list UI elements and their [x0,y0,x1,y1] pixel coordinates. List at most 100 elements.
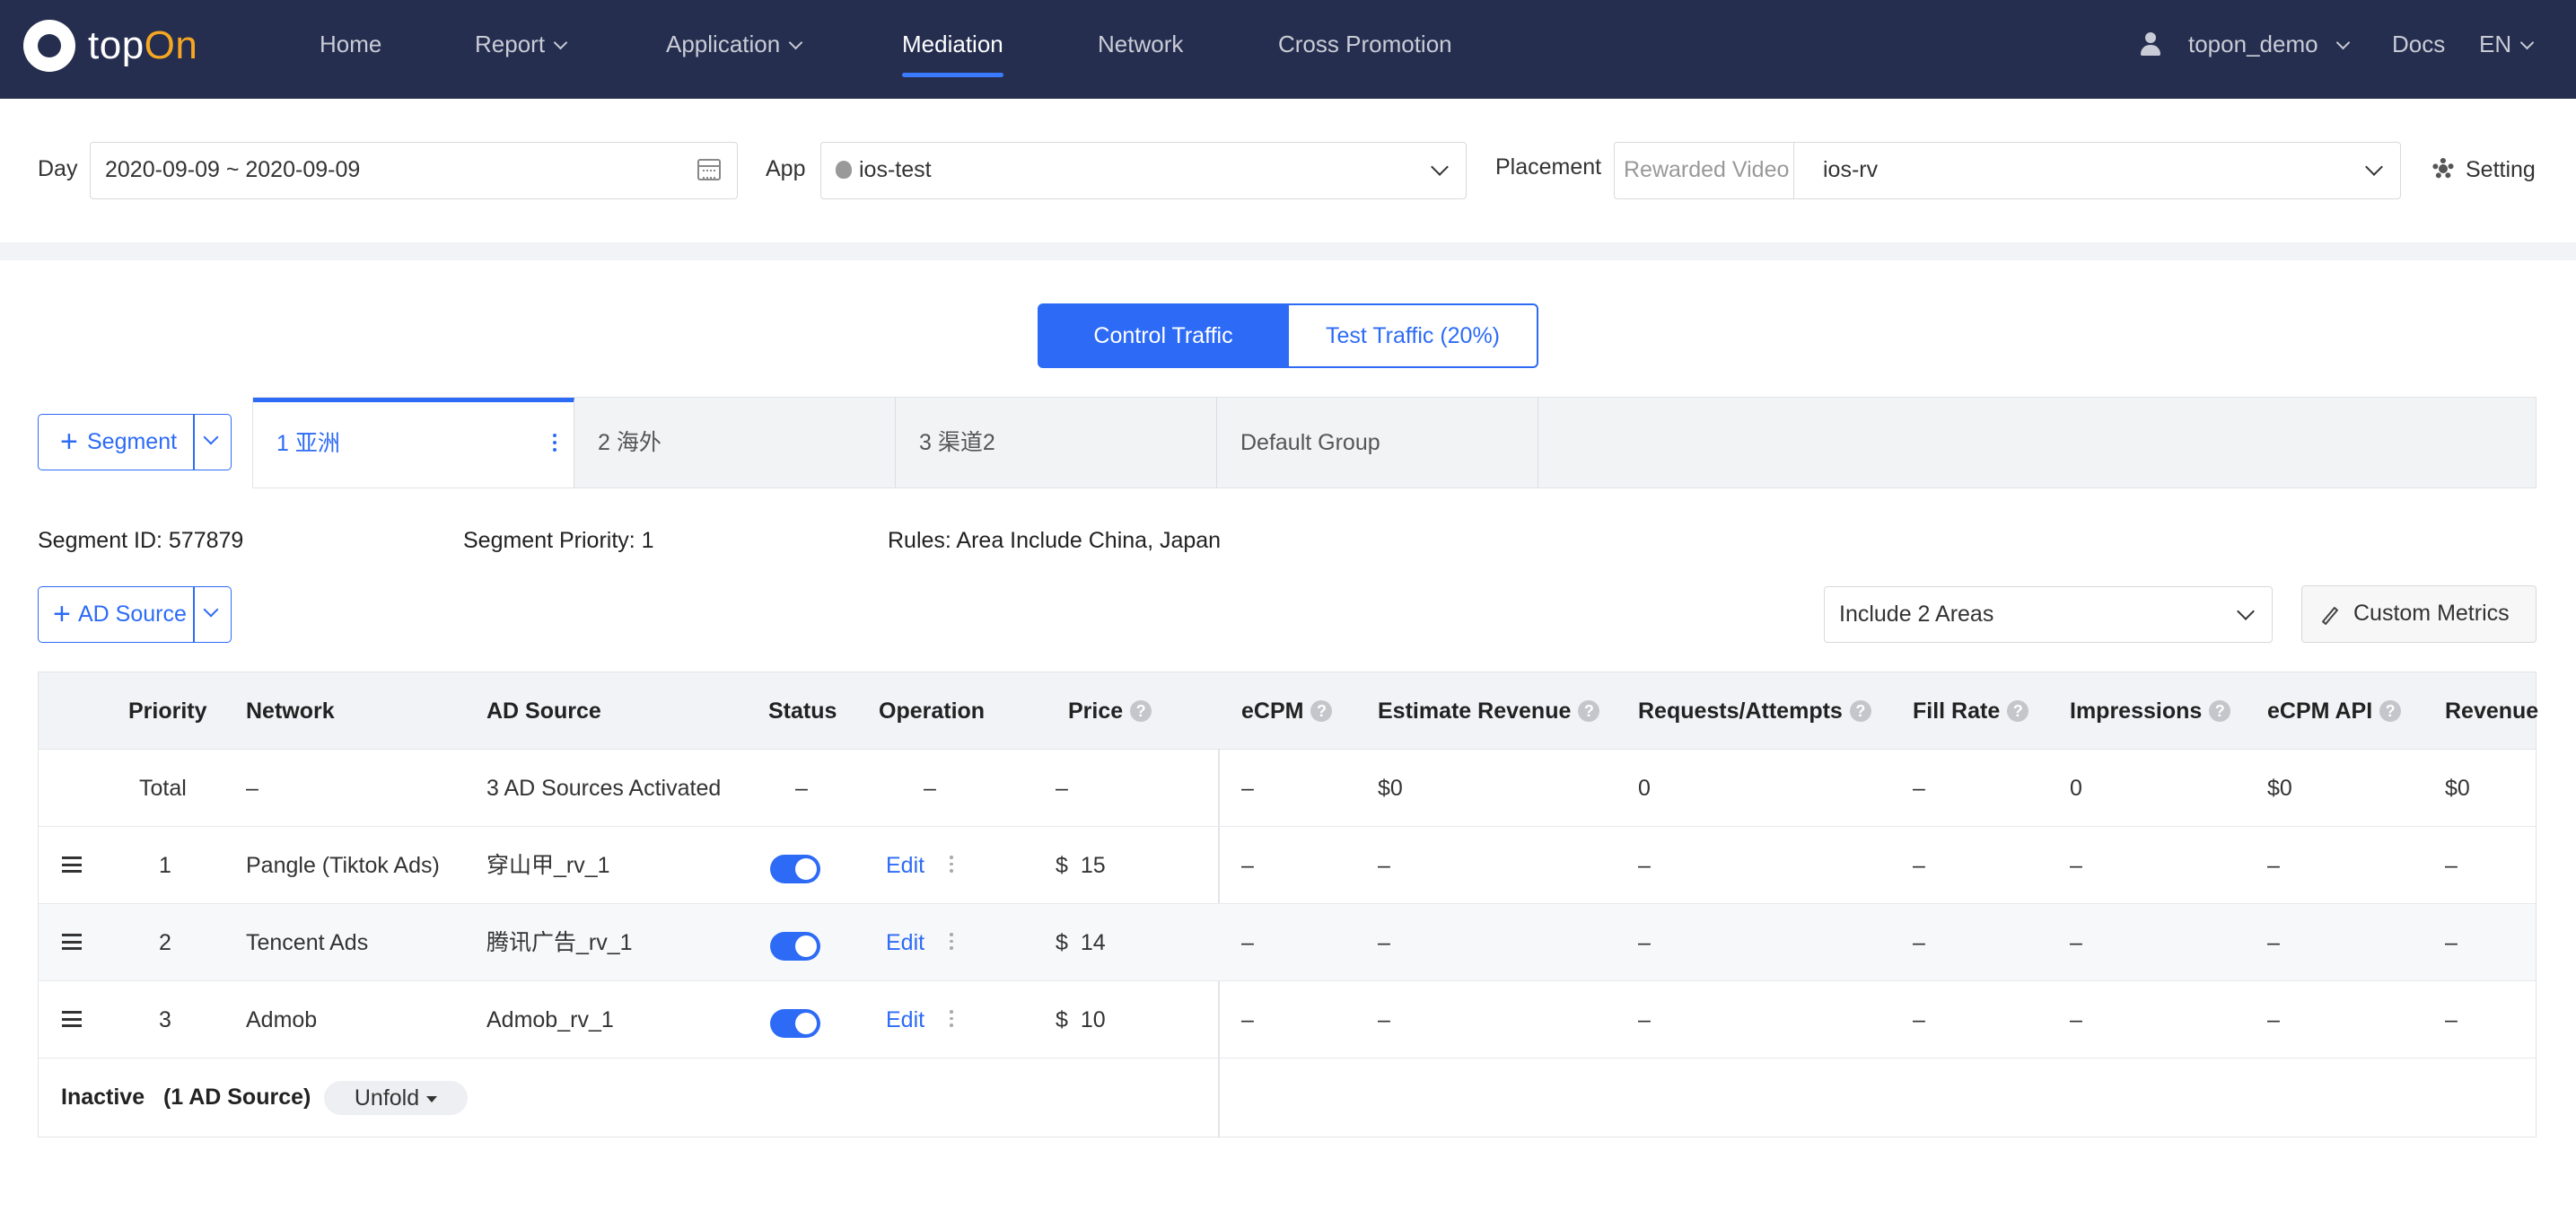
row-ecpm: – [1241,1007,1254,1032]
row-revenue: – [2445,853,2458,878]
language-selector[interactable]: EN [2479,0,2535,99]
total-status: – [795,776,808,801]
topon-logo[interactable]: topOn [23,20,197,72]
help-icon[interactable]: ? [1310,700,1333,722]
row-requests: – [1638,853,1651,878]
more-options-icon[interactable] [950,933,953,953]
day-label: Day [38,156,78,181]
chevron-down-icon [2519,35,2535,50]
segment-priority: Segment Priority: 1 [463,528,654,553]
row-network: Admob [246,1007,318,1032]
button-divider [193,415,195,470]
segment-tab-3[interactable]: 3 渠道2 [896,398,1217,487]
chevron-down-icon[interactable] [203,429,219,445]
nav-mediation[interactable]: Mediation [902,0,1003,99]
control-traffic-tab[interactable]: Control Traffic [1038,303,1289,368]
row-impressions: – [2070,1007,2082,1032]
pencil-icon [2321,606,2339,626]
help-icon[interactable]: ? [2379,700,2402,722]
nav-report[interactable]: Report [475,0,568,99]
nav-network[interactable]: Network [1098,0,1183,99]
edit-link[interactable]: Edit [886,981,924,1058]
plus-icon: + [53,597,71,631]
more-options-icon[interactable] [950,856,953,876]
more-options-icon[interactable] [950,1010,953,1031]
row-network: Pangle (Tiktok Ads) [246,853,440,878]
nav-docs[interactable]: Docs [2392,0,2445,99]
drag-handle-icon[interactable] [62,934,82,950]
placement-label: Placement [1495,154,1602,180]
segment-tab-2[interactable]: 2 海外 [574,398,896,487]
total-price: – [1056,776,1068,801]
date-range-picker[interactable]: 2020-09-09 ~ 2020-09-09 [90,142,738,199]
custom-metrics-button[interactable]: Custom Metrics [2301,585,2537,643]
drag-handle-icon[interactable] [62,1011,82,1027]
chevron-down-icon [2365,158,2383,176]
app-select[interactable]: ios-test [820,142,1467,199]
row-network: Tencent Ads [246,930,369,955]
status-toggle[interactable] [770,855,820,883]
total-impressions: 0 [2070,776,2082,801]
chevron-down-icon [788,35,803,50]
row-price: $ 10 [1056,1007,1106,1032]
row-impressions: – [2070,853,2082,878]
row-estimate-revenue: – [1378,930,1390,955]
inactive-row: Inactive (1 AD Source) Unfold [39,1058,2536,1136]
setting-button[interactable]: Setting [2466,157,2536,183]
help-icon[interactable]: ? [2209,700,2231,722]
header-status: Status [768,698,837,724]
nav-cross-promotion[interactable]: Cross Promotion [1278,0,1452,99]
row-requests: – [1638,930,1651,955]
segment-tab-1[interactable]: 1 亚洲 [253,398,574,487]
header-ecpm-api: eCPM API? [2267,672,2402,750]
nav-application[interactable]: Application [666,0,803,99]
header-ad-source: AD Source [486,698,601,724]
table-row: 3 Admob Admob_rv_1 Edit $ 10 – – – – – –… [39,981,2536,1058]
user-icon [2138,32,2163,59]
add-ad-source-button[interactable]: + AD Source [38,586,232,643]
logo-text: topOn [88,23,198,67]
add-segment-button[interactable]: + Segment [38,414,232,470]
inactive-label: Inactive (1 AD Source) [61,1085,311,1110]
row-revenue: – [2445,1007,2458,1032]
help-icon[interactable]: ? [2007,700,2029,722]
segment-tab-default[interactable]: Default Group [1217,398,1538,487]
chevron-down-icon [1431,158,1449,176]
more-options-icon[interactable] [553,434,557,455]
total-network: – [246,776,258,801]
status-toggle[interactable] [770,932,820,961]
user-menu[interactable]: topon_demo [2188,0,2350,99]
help-icon[interactable]: ? [1849,700,1871,722]
row-estimate-revenue: – [1378,853,1390,878]
chevron-down-icon[interactable] [203,602,219,618]
total-requests: 0 [1638,776,1651,801]
edit-link[interactable]: Edit [886,904,924,981]
edit-link[interactable]: Edit [886,827,924,904]
row-priority: 2 [159,930,171,955]
gear-icon [2432,158,2454,180]
test-traffic-tab[interactable]: Test Traffic (20%) [1289,303,1538,368]
chevron-down-icon [2237,602,2255,620]
apple-icon [836,161,852,179]
nav-home[interactable]: Home [320,0,381,99]
placement-type: Rewarded Video [1614,142,1795,199]
help-icon[interactable]: ? [1130,700,1152,722]
status-toggle[interactable] [770,1009,820,1038]
row-impressions: – [2070,930,2082,955]
header-price: Price? [1068,672,1152,750]
segment-tabs: 1 亚洲 2 海外 3 渠道2 Default Group [252,397,2537,488]
row-ad-source: 腾讯广告_rv_1 [486,930,633,955]
header-fill-rate: Fill Rate? [1913,672,2029,750]
unfold-button[interactable]: Unfold [324,1081,468,1115]
drag-handle-icon[interactable] [62,856,82,873]
date-range-value: 2020-09-09 ~ 2020-09-09 [105,157,361,182]
placement-select[interactable]: ios-rv [1793,142,2401,199]
areas-select[interactable]: Include 2 Areas [1824,586,2273,643]
total-label: Total [139,776,187,801]
row-priority: 1 [159,853,171,878]
table-row: 1 Pangle (Tiktok Ads) 穿山甲_rv_1 Edit $ 15… [39,827,2536,904]
app-select-value: ios-test [859,157,932,182]
help-icon[interactable]: ? [1578,700,1600,722]
header-estimate-revenue: Estimate Revenue? [1378,672,1600,750]
row-estimate-revenue: – [1378,1007,1390,1032]
